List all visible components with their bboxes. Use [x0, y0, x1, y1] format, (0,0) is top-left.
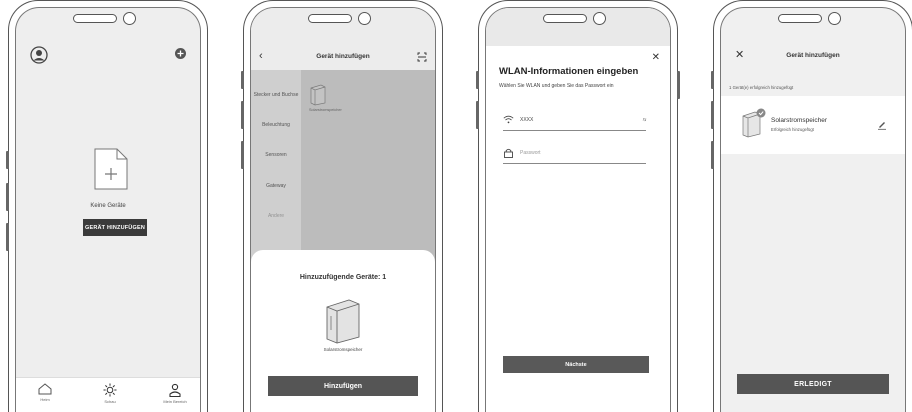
dialog-title: WLAN-Informationen eingeben: [499, 66, 639, 77]
home-icon: [38, 383, 52, 395]
dialog-subtitle: Wählen Sie WLAN und geben Sie das Passwo…: [499, 83, 614, 89]
wifi-dialog: ✕ WLAN-Informationen eingeben Wählen Sie…: [486, 46, 670, 412]
avatar-icon[interactable]: [30, 46, 48, 64]
phone-success-screen: ✕ Gerät hinzufügen 1 Gerät(e) erfolgreic…: [711, 0, 912, 412]
password-placeholder: Passwort: [520, 150, 541, 156]
phone-notch: [73, 8, 143, 26]
sun-icon: [103, 383, 117, 397]
phone-notch: [308, 8, 378, 26]
page-title: Gerät hinzufügen: [316, 53, 370, 60]
bottom-sheet: Hinzuzufügende Geräte: 1 Solarstromspeic…: [251, 250, 435, 412]
add-device-button[interactable]: GERÄT HINZUFÜGEN: [83, 219, 147, 236]
top-backdrop: [486, 8, 670, 46]
scan-icon[interactable]: [417, 52, 427, 62]
phone-home-screen: Keine Geräte GERÄT HINZUFÜGEN Heim Schau…: [6, 0, 208, 412]
phone-wifi-screen: ✕ WLAN-Informationen eingeben Wählen Sie…: [476, 0, 680, 412]
phone-notch: [778, 8, 848, 26]
battery-storage-icon: [741, 108, 767, 138]
add-button[interactable]: Hinzufügen: [268, 376, 418, 396]
wifi-value: XXXX: [520, 117, 534, 123]
next-button[interactable]: Nächste: [503, 356, 649, 373]
screen: ‹ Gerät hinzufügen Stecker und Buchse Be…: [250, 7, 436, 412]
tab-mein-bereich[interactable]: Mein Bereich: [150, 383, 200, 404]
lock-icon: [503, 148, 514, 158]
battery-storage-icon: [323, 298, 363, 344]
wifi-icon: [503, 115, 514, 124]
screen: Keine Geräte GERÄT HINZUFÜGEN Heim Schau…: [15, 7, 201, 412]
tab-schau[interactable]: Schau: [85, 383, 135, 404]
page-title: Gerät hinzufügen: [786, 52, 840, 59]
screen: ✕ WLAN-Informationen eingeben Wählen Sie…: [485, 7, 671, 412]
empty-state-label: Keine Geräte: [90, 203, 126, 209]
success-status: 1 Gerät(e) erfolgreich hinzugefügt: [729, 85, 794, 90]
add-circle-icon[interactable]: [175, 48, 186, 59]
tab-home[interactable]: Heim: [20, 383, 70, 402]
empty-device-icon: [94, 148, 128, 190]
close-icon[interactable]: ✕: [652, 52, 660, 63]
switch-network-icon[interactable]: ⇆: [642, 117, 646, 123]
tab-bar: Heim Schau Mein Bereich: [16, 377, 200, 412]
screen: ✕ Gerät hinzufügen 1 Gerät(e) erfolgreic…: [720, 7, 906, 412]
person-icon: [169, 383, 181, 397]
phone-notch: [543, 8, 613, 26]
wifi-field[interactable]: XXXX ⇆: [503, 114, 646, 131]
header: ‹ Gerät hinzufügen: [251, 8, 435, 70]
device-status: Erfolgreich hinzugefügt: [771, 127, 814, 132]
tab-label: Heim: [40, 397, 50, 402]
edit-pencil-icon[interactable]: [877, 120, 887, 130]
password-field[interactable]: Passwort: [503, 147, 646, 164]
sheet-title: Hinzuzufügende Geräte: 1: [299, 274, 387, 281]
tab-label: Schau: [104, 399, 116, 404]
sheet-device-name: Solarstromspeicher: [323, 347, 363, 352]
done-button[interactable]: ERLEDIGT: [737, 374, 889, 394]
device-name: Solarstromspeicher: [771, 117, 827, 124]
phone-add-device-screen: ‹ Gerät hinzufügen Stecker und Buchse Be…: [241, 0, 443, 412]
tab-label: Mein Bereich: [163, 399, 187, 404]
added-device-row[interactable]: Solarstromspeicher Erfolgreich hinzugefü…: [721, 96, 905, 154]
